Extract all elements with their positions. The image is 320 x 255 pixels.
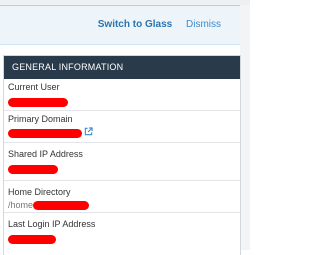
banner-actions: Switch to Glass Dismiss <box>98 19 221 30</box>
external-link-icon[interactable] <box>84 127 93 136</box>
last-login-ip-label: Last Login IP Address <box>8 219 96 229</box>
current-user-value-redacted <box>8 98 68 107</box>
home-directory-label: Home Directory <box>8 187 71 197</box>
shared-ip-value-redacted <box>8 165 58 174</box>
dismiss-link[interactable]: Dismiss <box>186 19 221 30</box>
glass-banner: Switch to Glass Dismiss <box>0 5 240 45</box>
info-row-last-login-ip: Last Login IP Address <box>4 213 240 251</box>
home-directory-value: /home <box>8 200 34 210</box>
info-row-current-user: Current User <box>4 79 240 111</box>
right-gutter <box>240 5 250 250</box>
primary-domain-label: Primary Domain <box>8 114 73 124</box>
last-login-ip-value-redacted <box>8 235 56 244</box>
current-user-label: Current User <box>8 82 60 92</box>
primary-domain-value-redacted[interactable] <box>8 129 82 138</box>
shared-ip-label: Shared IP Address <box>8 149 83 159</box>
home-directory-value-redacted <box>33 201 89 210</box>
panel-title: GENERAL INFORMATION <box>4 56 240 79</box>
general-information-panel: GENERAL INFORMATION Current User Primary… <box>3 55 241 255</box>
switch-to-glass-link[interactable]: Switch to Glass <box>98 19 172 30</box>
info-row-primary-domain: Primary Domain <box>4 111 240 143</box>
info-row-shared-ip: Shared IP Address <box>4 143 240 181</box>
info-row-home-directory: Home Directory /home <box>4 181 240 213</box>
